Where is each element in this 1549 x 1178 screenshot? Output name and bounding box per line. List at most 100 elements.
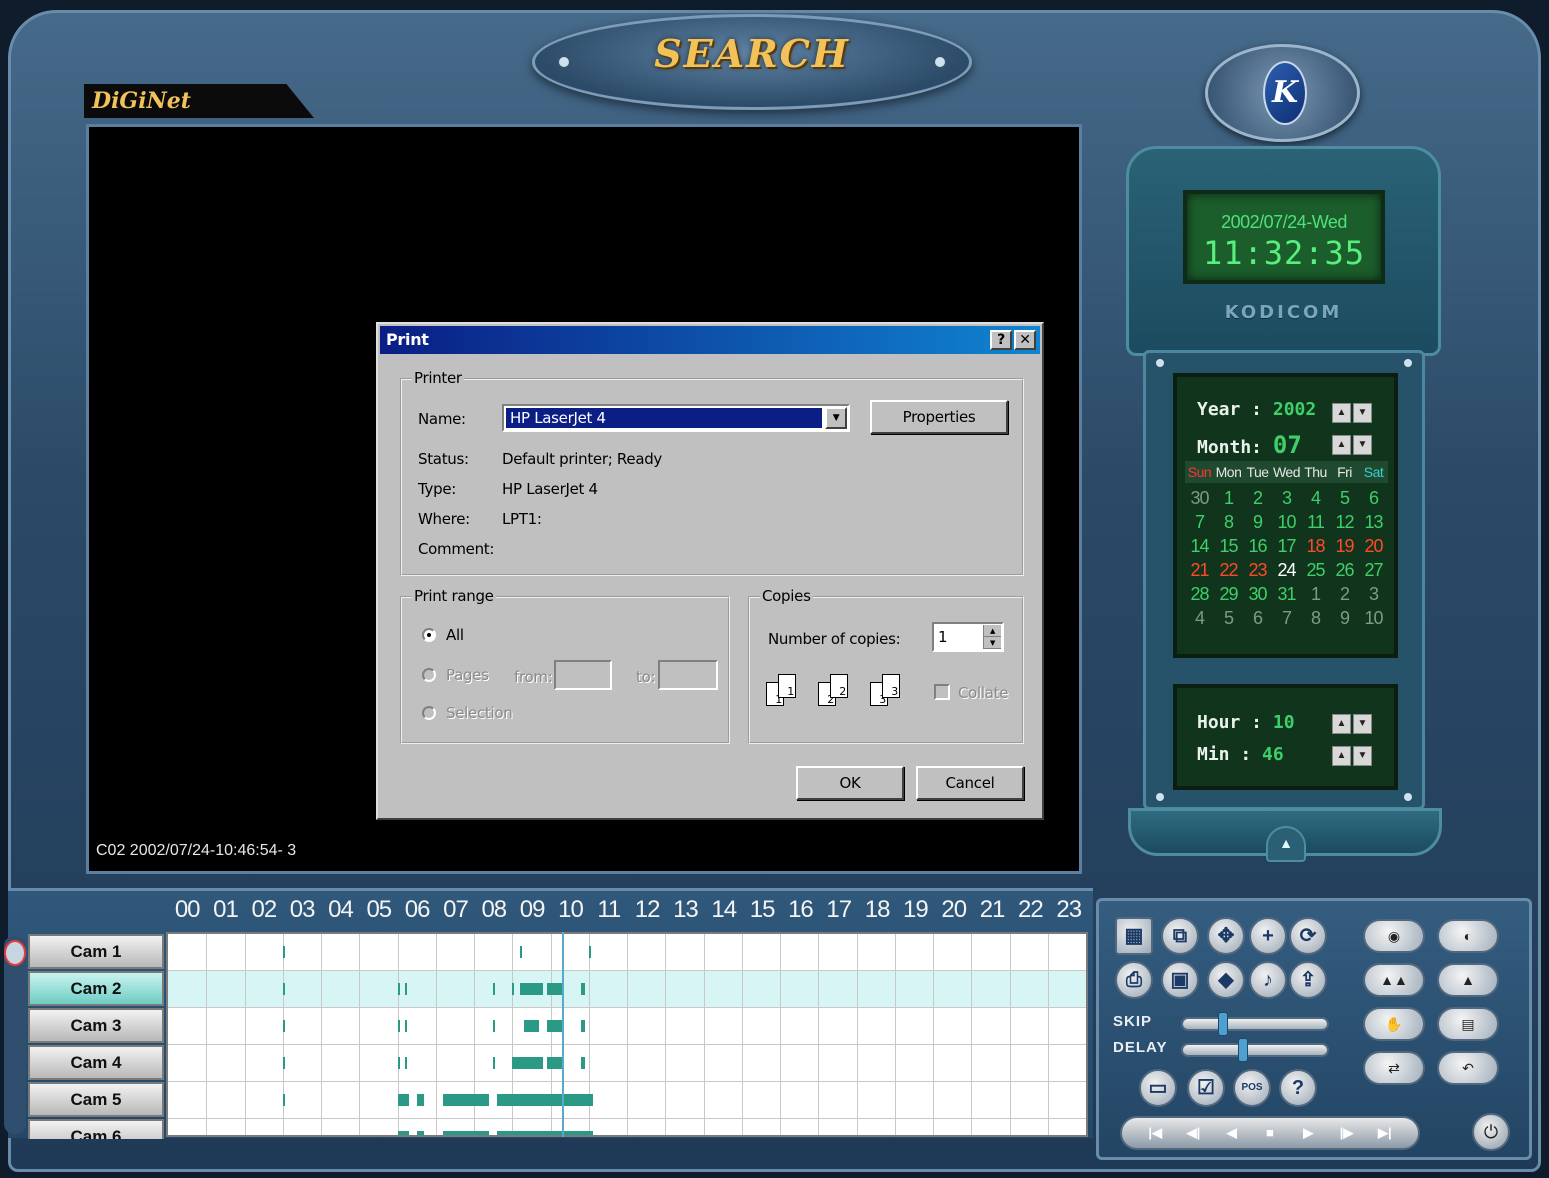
calendar-day[interactable]: 3: [1359, 583, 1388, 605]
recording-segment[interactable]: [397, 983, 400, 995]
swap-icon[interactable]: ⇄: [1363, 1051, 1425, 1085]
move-icon[interactable]: ✥: [1207, 917, 1245, 955]
recording-segment[interactable]: [282, 946, 285, 958]
month-stepper[interactable]: ▲ ▼: [1332, 435, 1372, 455]
camera-button-cam-2[interactable]: Cam 2: [28, 971, 164, 1006]
calendar-day[interactable]: 2: [1330, 583, 1359, 605]
recording-segment[interactable]: [496, 1094, 593, 1106]
calendar-day[interactable]: 3: [1272, 487, 1301, 509]
spin-up-icon[interactable]: ▲: [984, 625, 1001, 637]
delay-slider-knob[interactable]: [1238, 1038, 1249, 1062]
step-back-icon[interactable]: ◀|: [1174, 1118, 1212, 1148]
calendar-day[interactable]: 11: [1301, 511, 1330, 533]
calendar-day[interactable]: 7: [1185, 511, 1214, 533]
calendar-day[interactable]: 30: [1243, 583, 1272, 605]
timeline-row[interactable]: [168, 1008, 1086, 1045]
camera-button-cam-4[interactable]: Cam 4: [28, 1045, 164, 1080]
min-down-icon[interactable]: ▼: [1353, 746, 1372, 766]
recording-segment[interactable]: [546, 983, 562, 995]
power-icon[interactable]: ⏻: [1472, 1113, 1510, 1151]
all-radio[interactable]: [422, 628, 436, 642]
calendar-day[interactable]: 20: [1359, 535, 1388, 557]
close-button[interactable]: ✕: [1014, 330, 1036, 350]
recording-segment[interactable]: [416, 1131, 425, 1135]
rewind-icon[interactable]: ◀: [1213, 1118, 1251, 1148]
calendar-day[interactable]: 24: [1272, 559, 1301, 581]
camera-button-cam-6[interactable]: Cam 6: [28, 1119, 164, 1139]
recording-segment[interactable]: [493, 1020, 496, 1032]
recording-segment[interactable]: [519, 946, 522, 958]
recording-segment[interactable]: [405, 983, 408, 995]
calendar-day[interactable]: 16: [1243, 535, 1272, 557]
collapse-up-button[interactable]: ▲: [1266, 826, 1306, 862]
camera-button-cam-1[interactable]: Cam 1: [28, 934, 164, 969]
hour-stepper[interactable]: ▲ ▼: [1332, 714, 1372, 734]
toggle-icon[interactable]: ◐: [1437, 919, 1499, 953]
color-icon[interactable]: ◆: [1207, 961, 1245, 999]
play-icon[interactable]: ▶: [1289, 1118, 1327, 1148]
properties-button[interactable]: Properties: [870, 400, 1008, 434]
recording-segment[interactable]: [519, 983, 543, 995]
recording-segment[interactable]: [397, 1094, 409, 1106]
save-icon[interactable]: ▣: [1161, 961, 1199, 999]
recording-segment[interactable]: [496, 1131, 593, 1135]
recording-segment[interactable]: [397, 1020, 400, 1032]
hour-down-icon[interactable]: ▼: [1353, 714, 1372, 734]
copies-spinner[interactable]: ▲ ▼: [983, 625, 1001, 649]
calendar-day[interactable]: 28: [1185, 583, 1214, 605]
chevron-down-icon[interactable]: ▼: [825, 407, 847, 429]
calendar-day[interactable]: 10: [1359, 607, 1388, 629]
recording-segment[interactable]: [546, 1020, 562, 1032]
calendar-day[interactable]: 14: [1185, 535, 1214, 557]
stop-icon[interactable]: ■: [1251, 1118, 1289, 1148]
all-label[interactable]: All: [446, 626, 464, 644]
min-stepper[interactable]: ▲ ▼: [1332, 746, 1372, 766]
calendar-day[interactable]: 8: [1214, 511, 1243, 533]
collate-checkbox[interactable]: [934, 684, 950, 700]
help-button[interactable]: ?: [990, 330, 1012, 350]
recording-segment[interactable]: [581, 1057, 585, 1069]
calendar-day[interactable]: 8: [1301, 607, 1330, 629]
calendar-day[interactable]: 25: [1301, 559, 1330, 581]
calendar-day[interactable]: 4: [1185, 607, 1214, 629]
undo-icon[interactable]: ↶: [1437, 1051, 1499, 1085]
calendar-day[interactable]: 7: [1272, 607, 1301, 629]
printer-name-select[interactable]: HP LaserJet 4 ▼: [502, 404, 850, 432]
recording-segment[interactable]: [397, 1057, 400, 1069]
ok-button[interactable]: OK: [796, 766, 904, 800]
hand-icon[interactable]: ✋: [1363, 1007, 1425, 1041]
timeline-row[interactable]: [168, 1045, 1086, 1082]
from-page-input[interactable]: [554, 660, 612, 690]
recording-segment[interactable]: [405, 1057, 408, 1069]
recording-segment[interactable]: [282, 1020, 285, 1032]
grid-icon[interactable]: ▦: [1115, 917, 1153, 955]
timeline-row[interactable]: [168, 971, 1086, 1008]
calendar-day[interactable]: 18: [1301, 535, 1330, 557]
recording-segment[interactable]: [581, 1020, 585, 1032]
timeline-row[interactable]: [168, 1119, 1086, 1135]
camera-record-icon[interactable]: ◉: [1363, 919, 1425, 953]
calendar-day[interactable]: 9: [1330, 607, 1359, 629]
landscape-icon[interactable]: ▲▲: [1363, 963, 1425, 997]
calendar-day[interactable]: 27: [1359, 559, 1388, 581]
calendar-day[interactable]: 12: [1330, 511, 1359, 533]
calendar-day[interactable]: 10: [1272, 511, 1301, 533]
calendar-day[interactable]: 13: [1359, 511, 1388, 533]
skip-end-icon[interactable]: ▶|: [1366, 1118, 1404, 1148]
year-up-icon[interactable]: ▲: [1332, 403, 1351, 423]
cancel-button[interactable]: Cancel: [916, 766, 1024, 800]
calendar-day[interactable]: 1: [1214, 487, 1243, 509]
recording-segment[interactable]: [443, 1094, 490, 1106]
skip-slider[interactable]: [1181, 1012, 1329, 1036]
recording-segment[interactable]: [523, 1020, 540, 1032]
step-forward-icon[interactable]: |▶: [1327, 1118, 1365, 1148]
calendar-day[interactable]: 30: [1185, 487, 1214, 509]
calendar-day[interactable]: 4: [1301, 487, 1330, 509]
timeline-row[interactable]: [168, 1082, 1086, 1119]
timeline-cursor[interactable]: [561, 932, 564, 1137]
calendar-day[interactable]: 9: [1243, 511, 1272, 533]
recording-segment[interactable]: [397, 1131, 409, 1135]
skip-start-icon[interactable]: |◀: [1136, 1118, 1174, 1148]
print-icon[interactable]: ⎙: [1115, 961, 1153, 999]
multi-screen-icon[interactable]: ⧉: [1161, 917, 1199, 955]
